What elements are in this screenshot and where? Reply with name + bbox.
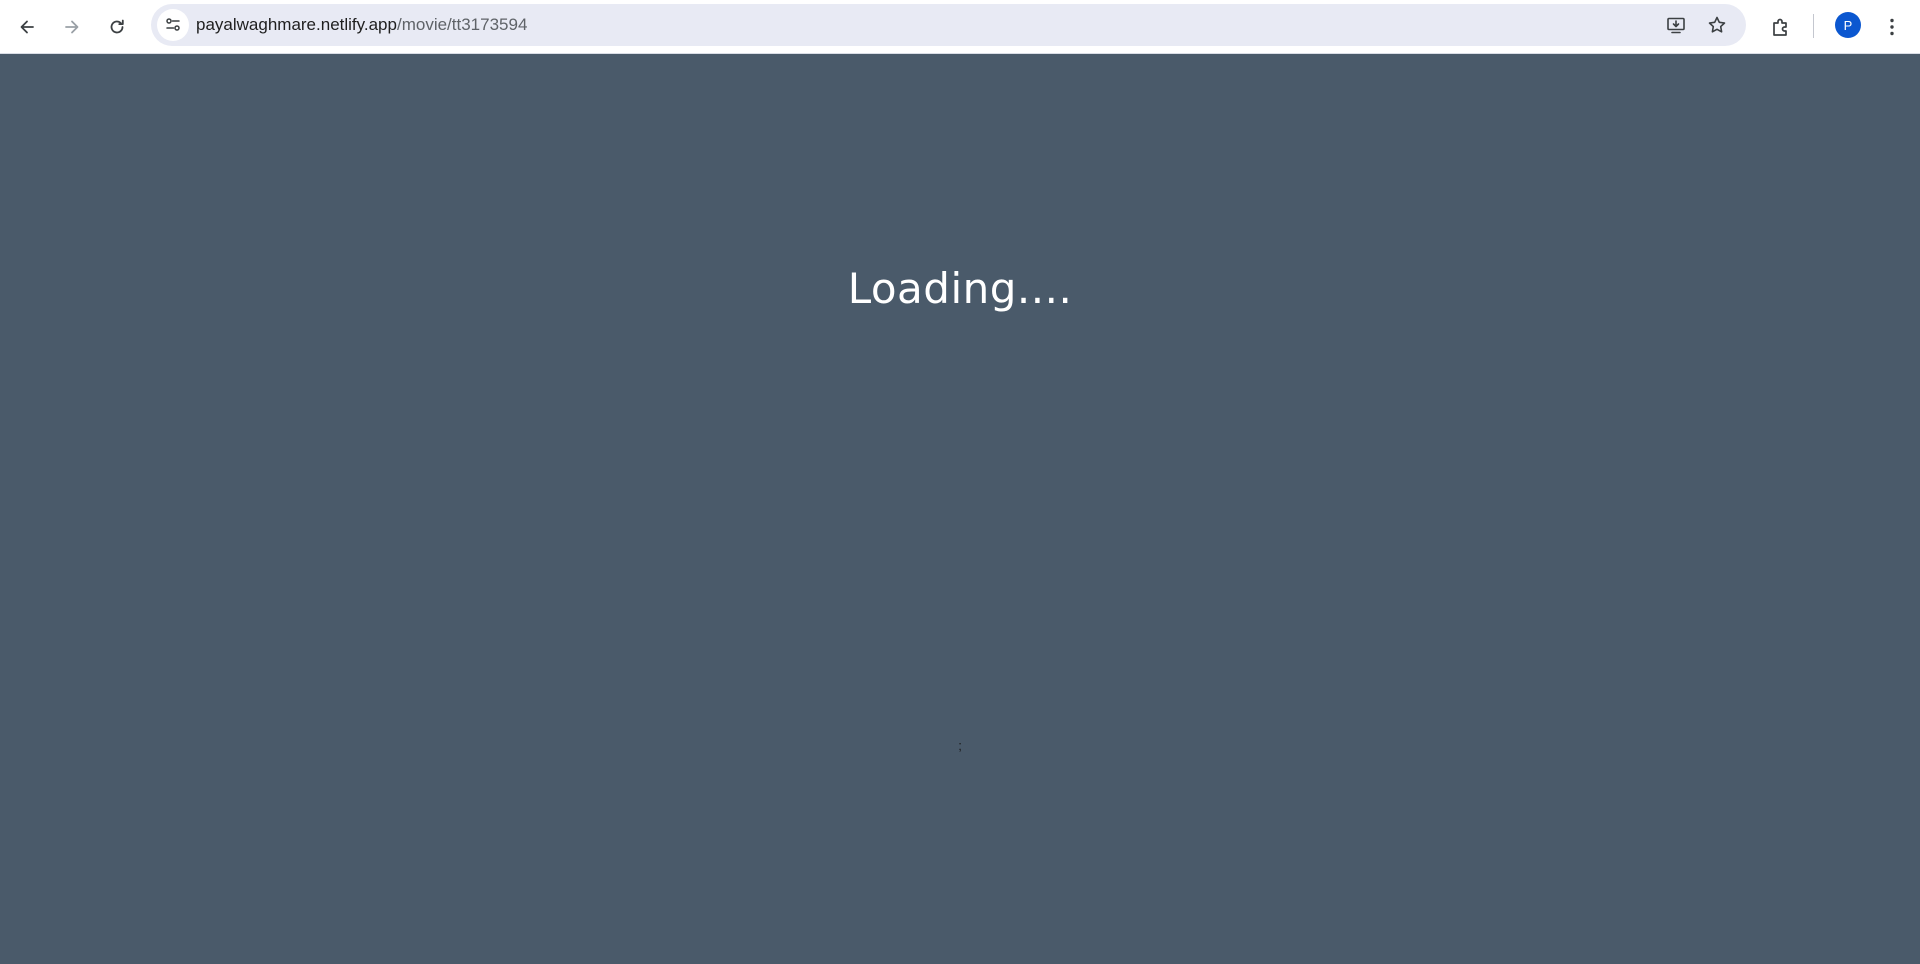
install-app-button[interactable] bbox=[1660, 9, 1692, 41]
browser-toolbar: payalwaghmare.netlify.app/movie/tt317359… bbox=[0, 0, 1920, 54]
address-bar[interactable]: payalwaghmare.netlify.app/movie/tt317359… bbox=[151, 4, 1746, 46]
profile-avatar[interactable]: P bbox=[1835, 12, 1861, 38]
back-button[interactable] bbox=[7, 7, 47, 47]
reload-button[interactable] bbox=[97, 7, 137, 47]
puzzle-icon bbox=[1773, 18, 1787, 36]
reload-icon bbox=[110, 19, 124, 34]
url-text[interactable]: payalwaghmare.netlify.app/movie/tt317359… bbox=[196, 4, 527, 46]
install-app-icon bbox=[1667, 17, 1685, 34]
kebab-menu-icon bbox=[1890, 18, 1894, 36]
bookmark-button[interactable] bbox=[1701, 9, 1733, 41]
star-icon bbox=[1708, 16, 1726, 33]
extensions-button[interactable] bbox=[1761, 7, 1801, 47]
url-host: payalwaghmare.netlify.app bbox=[196, 15, 397, 34]
toolbar-divider bbox=[1813, 14, 1814, 38]
browser-menu-button[interactable] bbox=[1872, 7, 1912, 47]
forward-button[interactable] bbox=[52, 7, 92, 47]
stray-semicolon: ; bbox=[958, 738, 962, 753]
arrow-right-icon bbox=[65, 20, 79, 34]
arrow-left-icon bbox=[20, 20, 34, 34]
url-path: /movie/tt3173594 bbox=[396, 15, 528, 34]
tune-icon bbox=[166, 18, 180, 31]
loading-message: Loading.... bbox=[847, 264, 1073, 313]
site-info-button[interactable] bbox=[157, 9, 189, 41]
